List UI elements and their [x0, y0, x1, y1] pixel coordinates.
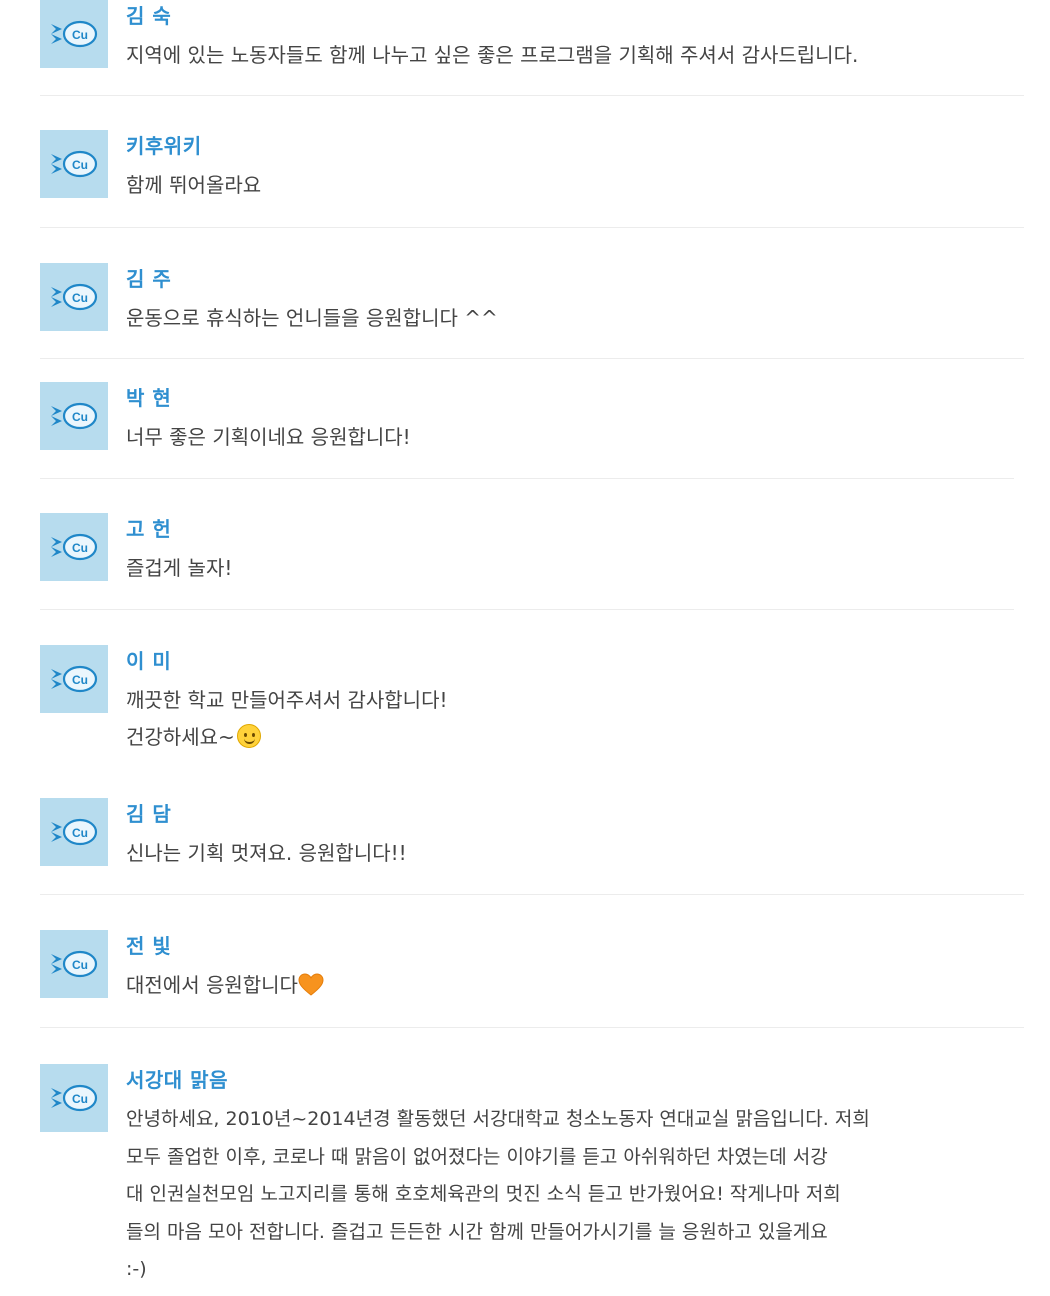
comment-text: 지역에 있는 노동자들도 함께 나누고 싶은 좋은 프로그램을 기획해 주셔서 … [126, 37, 1024, 74]
comment-author[interactable]: 김 담 [126, 802, 1024, 826]
comment-item: Cu 박 현 너무 좋은 기획이네요 응원합니다! [40, 382, 1014, 479]
comment-text: 대전에서 응원합니다 [126, 967, 1024, 1004]
comment-text: 너무 좋은 기획이네요 응원합니다! [126, 419, 1014, 456]
comment-author[interactable]: 서강대 맑음 [126, 1068, 1012, 1092]
comment-author[interactable]: 김 숙 [126, 4, 1024, 28]
default-profile-icon: Cu [51, 283, 98, 311]
comment-text: 운동으로 휴식하는 언니들을 응원합니다 ^^ [126, 300, 1024, 337]
comment-author[interactable]: 키후위키 [126, 134, 1024, 158]
comment-line: 들의 마음 모아 전합니다. 즐겁고 든든한 시간 함께 만들어가시기를 늘 응… [126, 1220, 828, 1243]
comment-author[interactable]: 고 헌 [126, 517, 1014, 541]
comment-line: 즐겁게 놀자! [126, 556, 233, 580]
comment-text: 깨끗한 학교 만들어주셔서 감사합니다! 건강하세요~ [126, 682, 1024, 756]
comment-text: 안녕하세요, 2010년~2014년경 활동했던 서강대학교 청소노동자 연대교… [126, 1101, 1012, 1289]
comment-line: 안녕하세요, 2010년~2014년경 활동했던 서강대학교 청소노동자 연대교… [126, 1108, 870, 1130]
default-profile-icon: Cu [51, 950, 98, 978]
default-profile-icon: Cu [51, 150, 98, 178]
svg-text:Cu: Cu [72, 291, 88, 305]
comment-item: Cu 김 숙 지역에 있는 노동자들도 함께 나누고 싶은 좋은 프로그램을 기… [40, 0, 1024, 96]
comment-text: 신나는 기획 멋져요. 응원합니다!! [126, 835, 1024, 872]
svg-text:Cu: Cu [72, 673, 88, 687]
comment-line: 운동으로 휴식하는 언니들을 응원합니다 ^^ [126, 306, 498, 330]
comment-author[interactable]: 전 빛 [126, 934, 1024, 958]
comment-line: :-) [126, 1258, 147, 1280]
svg-text:Cu: Cu [72, 410, 88, 424]
svg-text:Cu: Cu [72, 158, 88, 172]
comment-line: 대전에서 응원합니다 [126, 973, 298, 997]
svg-text:Cu: Cu [72, 28, 88, 42]
comment-item: Cu 이 미 깨끗한 학교 만들어주셔서 감사합니다! 건강하세요~ [40, 645, 1024, 775]
comment-item: Cu 김 주 운동으로 휴식하는 언니들을 응원합니다 ^^ [40, 263, 1024, 359]
default-profile-icon: Cu [51, 533, 98, 561]
default-profile-icon: Cu [51, 665, 98, 693]
avatar[interactable]: Cu [40, 930, 108, 998]
comment-text: 함께 뛰어올라요 [126, 167, 1024, 204]
avatar[interactable]: Cu [40, 513, 108, 581]
svg-text:Cu: Cu [72, 958, 88, 972]
comment-text: 즐겁게 놀자! [126, 550, 1014, 587]
default-profile-icon: Cu [51, 402, 98, 430]
comment-item: Cu 전 빛 대전에서 응원합니다 [40, 930, 1024, 1028]
comment-author[interactable]: 박 현 [126, 386, 1014, 410]
svg-text:Cu: Cu [72, 1092, 88, 1106]
avatar[interactable]: Cu [40, 382, 108, 450]
comment-author[interactable]: 이 미 [126, 649, 1024, 673]
avatar[interactable]: Cu [40, 0, 108, 68]
comment-line: 신나는 기획 멋져요. 응원합니다!! [126, 841, 407, 865]
comment-line: 건강하세요~ [126, 725, 235, 749]
svg-text:Cu: Cu [72, 826, 88, 840]
comment-item: Cu 김 담 신나는 기획 멋져요. 응원합니다!! [40, 798, 1024, 895]
comment-line: 너무 좋은 기획이네요 응원합니다! [126, 425, 411, 449]
comment-item: Cu 키후위키 함께 뛰어올라요 [40, 130, 1024, 228]
comment-line: 모두 졸업한 이후, 코로나 때 맑음이 없어졌다는 이야기를 듣고 아쉬워하던… [126, 1145, 828, 1168]
comment-line: 함께 뛰어올라요 [126, 173, 262, 197]
avatar[interactable]: Cu [40, 1064, 108, 1132]
comment-item: Cu 서강대 맑음 안녕하세요, 2010년~2014년경 활동했던 서강대학교… [40, 1064, 1012, 1296]
default-profile-icon: Cu [51, 818, 98, 846]
avatar[interactable]: Cu [40, 798, 108, 866]
comment-line: 지역에 있는 노동자들도 함께 나누고 싶은 좋은 프로그램을 기획해 주셔서 … [126, 43, 859, 67]
comment-item: Cu 고 헌 즐겁게 놀자! [40, 513, 1014, 610]
default-profile-icon: Cu [51, 1084, 98, 1112]
avatar[interactable]: Cu [40, 263, 108, 331]
comment-author[interactable]: 김 주 [126, 267, 1024, 291]
comment-line: 대 인권실천모임 노고지리를 통해 호호체육관의 멋진 소식 듣고 반가웠어요!… [126, 1183, 841, 1205]
avatar[interactable]: Cu [40, 130, 108, 198]
smile-emoji-icon [236, 724, 261, 748]
comment-line: 깨끗한 학교 만들어주셔서 감사합니다! [126, 688, 448, 712]
svg-text:Cu: Cu [72, 541, 88, 555]
avatar[interactable]: Cu [40, 645, 108, 713]
default-profile-icon: Cu [51, 20, 98, 48]
orange-heart-icon [298, 973, 324, 996]
